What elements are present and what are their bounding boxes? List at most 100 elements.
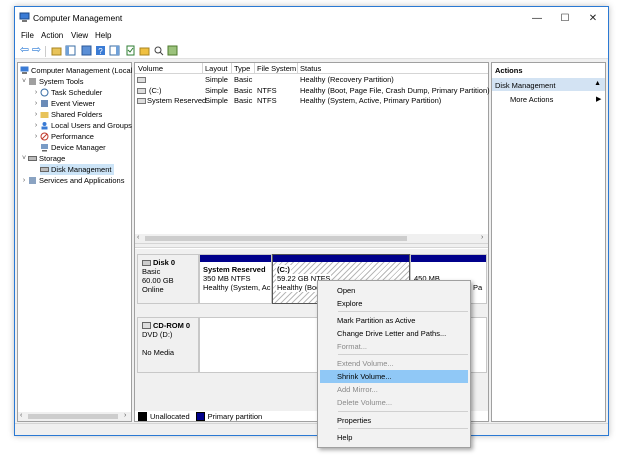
expander-down-icon[interactable]: ˅	[20, 78, 28, 85]
cdrom-icon	[142, 322, 151, 329]
tree-item-local-users[interactable]: › Local Users and Groups	[32, 120, 132, 131]
computer-management-icon	[20, 66, 29, 74]
forward-arrow-icon[interactable]: ⇨	[31, 45, 42, 56]
volume-row[interactable]: (C:) Simple Basic NTFS Healthy (Boot, Pa…	[135, 85, 490, 97]
cdrom-0-label[interactable]: CD-ROM 0 DVD (D:) No Media	[137, 317, 199, 373]
column-divider[interactable]	[297, 63, 298, 74]
column-header-status[interactable]: Status	[300, 64, 321, 73]
menu-item-open[interactable]: Open	[320, 284, 468, 297]
column-header-type[interactable]: Type	[234, 64, 250, 73]
open-folder-icon[interactable]	[139, 45, 150, 56]
partition-system-reserved[interactable]: System Reserved 350 MB NTFS Healthy (Sys…	[199, 254, 272, 304]
primary-partition-bar	[411, 255, 486, 262]
scroll-right-icon[interactable]: ›	[481, 234, 483, 241]
submenu-arrow-icon[interactable]: ▶	[596, 95, 601, 103]
menu-separator	[338, 428, 468, 429]
scroll-left-icon[interactable]: ‹	[20, 412, 22, 419]
volume-layout: Simple	[205, 75, 228, 84]
disk-settings-icon[interactable]	[167, 45, 178, 56]
computer-management-icon	[19, 12, 30, 22]
menu-action[interactable]: Action	[41, 31, 63, 40]
up-folder-icon[interactable]	[51, 45, 62, 56]
expander-down-icon[interactable]: ˅	[20, 155, 28, 162]
column-divider[interactable]	[202, 63, 203, 74]
menu-file[interactable]: File	[21, 31, 34, 40]
volume-list-horizontal-scrollbar[interactable]: ‹ ›	[135, 234, 488, 243]
volume-row[interactable]: System Reserved Simple Basic NTFS Health…	[135, 96, 488, 107]
tree-horizontal-scrollbar[interactable]: ‹ ›	[18, 412, 131, 421]
more-actions-link[interactable]: More Actions	[510, 95, 553, 104]
menu-item-mark-active[interactable]: Mark Partition as Active	[320, 314, 468, 327]
volume-drive-icon	[137, 87, 146, 94]
volume-drive-icon	[137, 77, 146, 83]
scroll-left-icon[interactable]: ‹	[137, 234, 139, 241]
expander-right-icon[interactable]: ›	[32, 133, 40, 140]
partition-name: System Reserved	[203, 265, 266, 274]
status-bar	[15, 423, 608, 435]
column-header-volume[interactable]: Volume	[138, 64, 163, 73]
tree-item-shared-folders[interactable]: › Shared Folders	[32, 109, 102, 120]
tree-item-computer-management[interactable]: Computer Management (Local	[20, 65, 132, 76]
disk-0-label[interactable]: Disk 0 Basic 60.00 GB Online	[137, 254, 199, 304]
show-hide-tree-icon[interactable]	[65, 45, 76, 56]
volume-status: Healthy (System, Active, Primary Partiti…	[300, 96, 442, 105]
menu-view[interactable]: View	[71, 31, 88, 40]
expander-right-icon[interactable]: ›	[20, 177, 28, 184]
legend-primary: Primary partition	[207, 412, 263, 421]
tree-item-services[interactable]: › Services and Applications	[20, 175, 125, 186]
tree-item-label: Event Viewer	[51, 99, 96, 108]
title-bar: Computer Management — ☐ ✕	[15, 7, 608, 29]
disk-type: Basic	[142, 267, 161, 276]
menu-help[interactable]: Help	[95, 31, 111, 40]
menu-item-help[interactable]: Help	[320, 431, 468, 444]
checklist-icon[interactable]	[125, 45, 136, 56]
actions-pane: Actions Disk Management ▲ More Actions ▶	[491, 62, 606, 422]
tree-item-event-viewer[interactable]: › Event Viewer	[32, 98, 95, 109]
volume-status: Healthy (Recovery Partition)	[300, 75, 394, 84]
menu-item-add-mirror: Add Mirror...	[337, 385, 378, 394]
pane-splitter[interactable]	[135, 243, 488, 248]
column-divider[interactable]	[254, 63, 255, 74]
close-button[interactable]: ✕	[579, 7, 607, 29]
tree-item-disk-management[interactable]: Disk Management	[40, 164, 115, 175]
expander-right-icon[interactable]: ›	[32, 89, 40, 96]
expander-right-icon[interactable]: ›	[32, 100, 40, 107]
maximize-button[interactable]: ☐	[551, 7, 579, 29]
collapse-up-icon[interactable]: ▲	[594, 80, 601, 87]
volume-row[interactable]: Simple Basic Healthy (Recovery Partition…	[135, 75, 488, 86]
back-arrow-icon[interactable]: ⇦	[19, 45, 30, 56]
menu-item-explore[interactable]: Explore	[320, 297, 468, 310]
properties-icon[interactable]	[81, 45, 92, 56]
tree-item-label: Services and Applications	[39, 176, 125, 185]
action-pane-icon[interactable]	[109, 45, 120, 56]
tree-item-label: Device Manager	[51, 143, 106, 152]
scrollbar-thumb[interactable]	[145, 236, 407, 241]
column-header-layout[interactable]: Layout	[205, 64, 228, 73]
tree-item-system-tools[interactable]: ˅ System Tools	[20, 76, 84, 87]
console-tree: Computer Management (Local ˅ System Tool…	[17, 62, 132, 422]
scrollbar-thumb[interactable]	[28, 414, 118, 419]
volume-file-system: NTFS	[257, 96, 277, 105]
column-divider[interactable]	[231, 63, 232, 74]
volume-status: Healthy (Boot, Page File, Crash Dump, Pr…	[300, 85, 490, 95]
menu-item-properties[interactable]: Properties	[320, 414, 468, 427]
tree-item-task-scheduler[interactable]: › Task Scheduler	[32, 87, 102, 98]
help-icon[interactable]: ?	[95, 45, 106, 56]
tree-item-label: System Tools	[39, 77, 84, 86]
tree-item-label: Task Scheduler	[51, 88, 103, 97]
expander-right-icon[interactable]: ›	[32, 111, 40, 118]
tree-item-device-manager[interactable]: Device Manager	[40, 142, 106, 153]
tree-item-storage[interactable]: ˅ Storage	[20, 153, 65, 164]
context-menu: Open Explore Mark Partition as Active Ch…	[317, 280, 471, 448]
minimize-button[interactable]: —	[523, 7, 551, 29]
scroll-right-icon[interactable]: ›	[124, 412, 126, 419]
menu-item-change-drive-letter[interactable]: Change Drive Letter and Paths...	[320, 327, 468, 340]
actions-section-disk-management[interactable]: Disk Management ▲	[492, 78, 605, 91]
column-header-file-system[interactable]: File System	[257, 64, 296, 73]
partition-name: (C:)	[276, 265, 291, 274]
menu-item-shrink-volume[interactable]: Shrink Volume...	[320, 370, 468, 383]
search-disk-icon[interactable]	[153, 45, 164, 56]
tree-item-performance[interactable]: › Performance	[32, 131, 94, 142]
legend-unallocated: Unallocated	[150, 412, 190, 421]
expander-right-icon[interactable]: ›	[32, 122, 40, 129]
